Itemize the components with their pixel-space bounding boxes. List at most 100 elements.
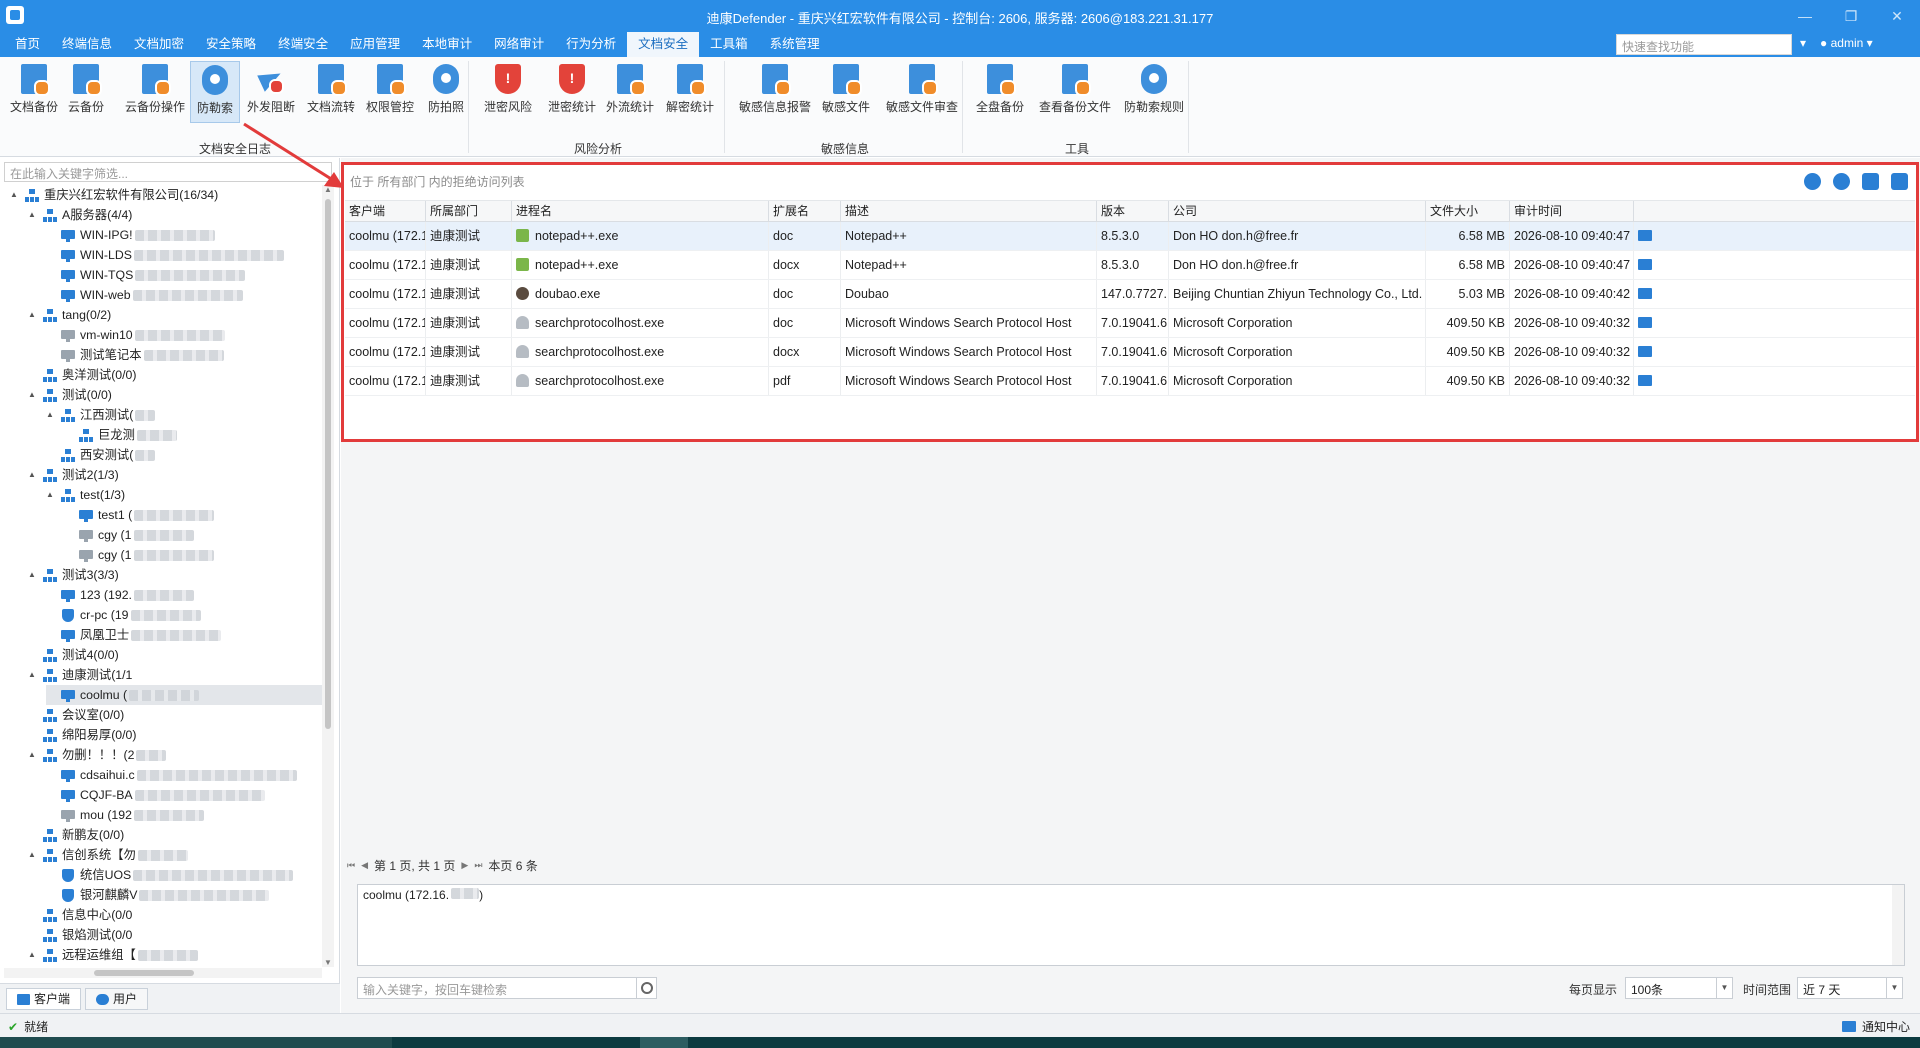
settings-gear-icon[interactable] [1804,173,1821,190]
table-row[interactable]: coolmu (172.1... 迪康测试 notepad++.exe docx Not… [345,251,1915,280]
tree-node[interactable]: test1 ( [64,505,322,525]
time-range-select[interactable]: 近 7 天 ▼ [1797,977,1903,999]
tab-users[interactable]: 用户 [85,988,149,1010]
ribbon-button[interactable]: 文档流转 [302,61,360,123]
remote-monitor-icon[interactable] [1638,259,1652,270]
tree-node[interactable]: 123 (192. [46,585,322,605]
ribbon-button[interactable]: 泄密风险 [478,61,538,123]
tree-node[interactable]: ▲ 测试3(3/3) [28,565,322,585]
menu-item[interactable]: 行为分析 [555,32,627,57]
expand-toggle-icon[interactable]: ▲ [28,205,38,225]
column-header[interactable]: 公司 [1169,201,1426,221]
minimize-button[interactable]: — [1782,0,1828,32]
menu-item[interactable]: 文档加密 [123,32,195,57]
tree-node[interactable]: mou (192 [46,805,322,825]
expand-toggle-icon[interactable]: ▲ [10,185,20,205]
ribbon-button[interactable]: 外发阻断 [242,61,300,123]
ribbon-button[interactable]: 敏感文件 [818,61,874,123]
menu-item[interactable]: 首页 [4,32,51,57]
ribbon-button[interactable]: 泄密统计 [542,61,602,123]
ribbon-button[interactable]: 解密统计 [662,61,718,123]
remote-monitor-icon[interactable] [1638,346,1652,357]
tree-node[interactable]: 测试笔记本 [46,345,322,365]
share-icon[interactable] [1891,173,1908,190]
tree-node[interactable]: CQJF-BA [46,785,322,805]
remote-monitor-icon[interactable] [1638,317,1652,328]
tree-node[interactable]: 新鹏友(0/0) [28,825,322,845]
ribbon-button[interactable]: 防勒索 [190,61,240,123]
tree-node[interactable]: vm-win10 [46,325,322,345]
table-row[interactable]: coolmu (172.1... 迪康测试 doubao.exe doc Doubao 1… [345,280,1915,309]
menu-item[interactable]: 终端安全 [267,32,339,57]
export-icon[interactable] [1862,173,1879,190]
column-header[interactable]: 客户端 [345,201,426,221]
column-header[interactable]: 文件大小 [1426,201,1510,221]
column-header[interactable]: 审计时间 [1510,201,1634,221]
tree-node[interactable]: ▲ 测试2(1/3) [28,465,322,485]
menu-item[interactable]: 文档安全 [627,32,700,57]
ribbon-button[interactable]: 外流统计 [602,61,658,123]
expand-toggle-icon[interactable]: ▲ [28,745,38,765]
hscroll-thumb[interactable] [94,970,194,976]
menu-item[interactable]: 安全策略 [195,32,267,57]
tree-node[interactable]: WIN-TQS [46,265,322,285]
maximize-button[interactable]: ❐ [1828,0,1874,32]
table-row[interactable]: coolmu (172.1... 迪康测试 searchprotocolhost.e… [345,367,1915,396]
expand-toggle-icon[interactable]: ▲ [28,845,38,865]
tree-node[interactable]: 凤凰卫士 [46,625,322,645]
detail-textbox[interactable]: coolmu (172.16.) [357,884,1905,966]
tree-node[interactable]: 银河麒麟V [46,885,322,905]
prev-page-icon[interactable]: ◀ [361,860,368,871]
expand-toggle-icon[interactable]: ▲ [46,405,56,425]
table-row[interactable]: coolmu (172.1... 迪康测试 searchprotocolhost.e… [345,309,1915,338]
ribbon-button[interactable]: 防拍照 [422,61,470,123]
ribbon-button[interactable]: 敏感文件审查 [878,61,966,123]
ribbon-button[interactable]: 权限管控 [362,61,418,123]
tree-horizontal-scrollbar[interactable] [4,968,322,978]
user-menu[interactable]: ● admin ▾ [1820,36,1873,50]
ribbon-button[interactable]: 全盘备份 [972,61,1028,123]
tab-clients[interactable]: 客户端 [6,988,82,1010]
remote-monitor-icon[interactable] [1638,375,1652,386]
menu-item[interactable]: 网络审计 [483,32,555,57]
tree-node[interactable]: cdsaihui.c [46,765,322,785]
column-header[interactable]: 所属部门 [426,201,512,221]
column-header[interactable]: 版本 [1097,201,1169,221]
tree-node[interactable]: ▲ 勿删！！！(2 [28,745,322,765]
close-button[interactable]: ✕ [1874,0,1920,32]
menu-item[interactable]: 本地审计 [411,32,483,57]
remote-monitor-icon[interactable] [1638,288,1652,299]
tree-node[interactable]: coolmu ( [46,685,322,705]
tree-node[interactable]: 信息中心(0/0 [28,905,322,925]
tree-node[interactable]: ▲ 信创系统【勿 [28,845,322,865]
quick-search-input[interactable]: 快速查找功能 [1616,34,1792,55]
search-icon[interactable] [636,978,656,998]
tree-node[interactable]: cr-pc (19 [46,605,322,625]
tree-node[interactable]: ▲ test(1/3) [46,485,322,505]
tree-vertical-scrollbar[interactable]: ▲ ▼ [322,185,334,967]
refresh-icon[interactable] [1833,173,1850,190]
ribbon-button[interactable]: 防勒索规则 [1118,61,1190,123]
detail-scrollbar[interactable] [1892,885,1904,965]
menu-item[interactable]: 应用管理 [339,32,411,57]
tree-node[interactable]: ▲ 测试(0/0) [28,385,322,405]
table-row[interactable]: coolmu (172.1... 迪康测试 notepad++.exe doc Note… [345,222,1915,251]
column-header[interactable]: 描述 [841,201,1097,221]
scroll-thumb[interactable] [325,199,331,729]
tree-node[interactable]: 银焰测试(0/0 [28,925,322,945]
per-page-select[interactable]: 100条 ▼ [1625,977,1733,999]
expand-toggle-icon[interactable]: ▲ [28,945,38,965]
expand-toggle-icon[interactable]: ▲ [46,485,56,505]
keyword-search-input[interactable]: 输入关键字，按回车键检索 [357,977,657,999]
taskbar-item[interactable] [640,1037,688,1048]
ribbon-button[interactable]: 云备份 [58,61,114,123]
expand-toggle-icon[interactable]: ▲ [28,305,38,325]
ribbon-button[interactable]: 云备份操作 [120,61,190,123]
expand-toggle-icon[interactable]: ▲ [28,565,38,585]
remote-monitor-icon[interactable] [1638,230,1652,241]
ribbon-button[interactable]: 文档备份 [8,61,60,123]
expand-toggle-icon[interactable]: ▲ [28,465,38,485]
tree-node[interactable]: WIN-IPG! [46,225,322,245]
tree-node[interactable]: 奥洋测试(0/0) [28,365,322,385]
first-page-icon[interactable]: ⏮ [347,860,355,871]
